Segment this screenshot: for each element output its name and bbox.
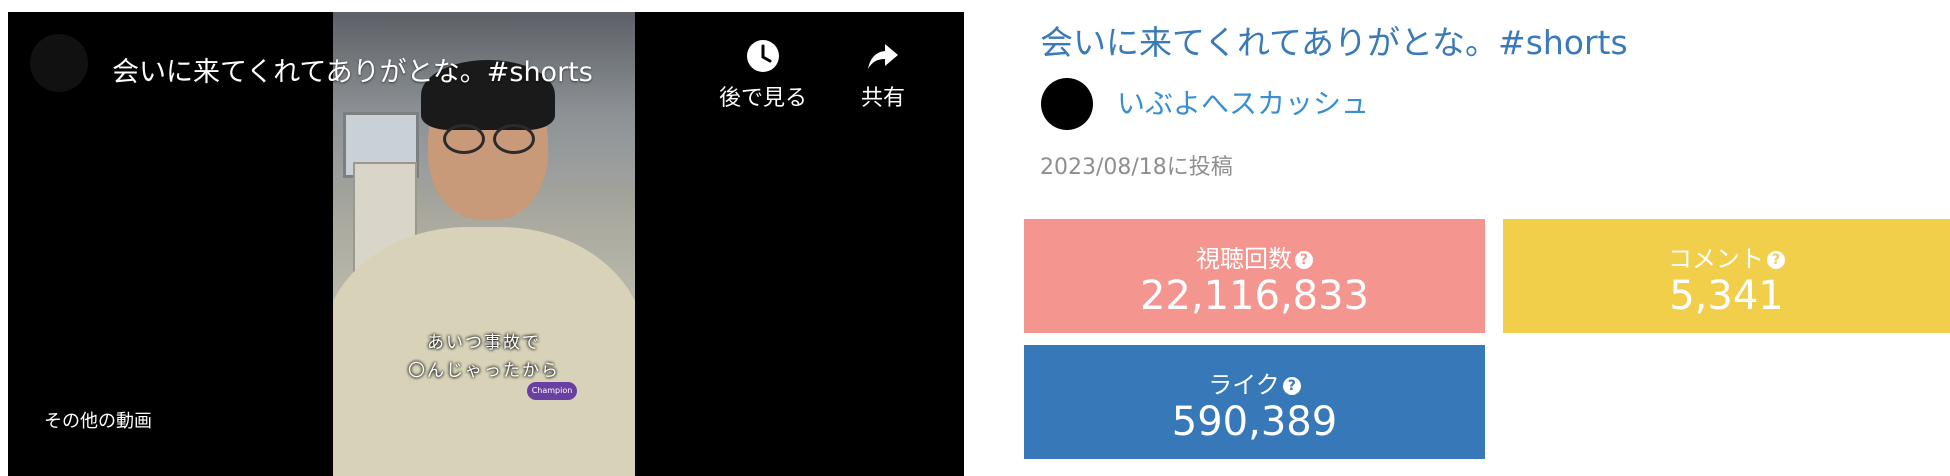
- video-title-link[interactable]: 会いに来てくれてありがとな。#shorts: [1040, 16, 1628, 64]
- likes-label: ライク: [1208, 371, 1280, 399]
- posted-date: 2023/08/18に投稿: [1040, 155, 1233, 180]
- more-videos-link[interactable]: その他の動画: [44, 407, 152, 433]
- channel-avatar[interactable]: [30, 34, 88, 92]
- share-button[interactable]: 共有: [828, 38, 938, 112]
- video-subtitle-line2: 〇んじゃったから: [408, 361, 560, 381]
- share-label: 共有: [860, 86, 905, 111]
- likes-stat-card: ライク? 590,389: [1024, 345, 1485, 459]
- views-stat-card: 視聴回数? 22,116,833: [1024, 219, 1485, 333]
- help-icon[interactable]: ?: [1295, 251, 1313, 269]
- channel-name-link[interactable]: いぶよへスカッシュ: [1117, 82, 1369, 122]
- help-icon[interactable]: ?: [1767, 251, 1785, 269]
- shirt-logo: Champion: [527, 382, 577, 400]
- comments-value: 5,341: [1669, 273, 1784, 319]
- clock-icon: [747, 40, 779, 72]
- views-label-row: 視聴回数?: [1024, 239, 1485, 274]
- views-label: 視聴回数: [1196, 245, 1292, 273]
- likes-label-row: ライク?: [1024, 365, 1485, 400]
- watch-later-label: 後で見る: [718, 86, 807, 111]
- video-subtitle-line1: あいつ事故で: [427, 333, 541, 353]
- video-title[interactable]: 会いに来てくれてありがとな。#shorts: [112, 50, 593, 89]
- help-icon[interactable]: ?: [1282, 377, 1301, 395]
- share-arrow-icon: [868, 44, 898, 69]
- views-value: 22,116,833: [1139, 273, 1370, 319]
- comments-label: コメント: [1668, 245, 1764, 273]
- likes-value: 590,389: [1171, 399, 1338, 445]
- avatar[interactable]: [1041, 78, 1093, 130]
- video-player[interactable]: あいつ事故で 〇んじゃったから Champion 会いに来てくれてありがとな。#…: [8, 12, 964, 476]
- glasses: [441, 124, 537, 154]
- comments-label-row: コメント?: [1503, 239, 1950, 274]
- watch-later-button[interactable]: 後で見る: [708, 38, 818, 112]
- comments-stat-card: コメント? 5,341: [1503, 219, 1950, 333]
